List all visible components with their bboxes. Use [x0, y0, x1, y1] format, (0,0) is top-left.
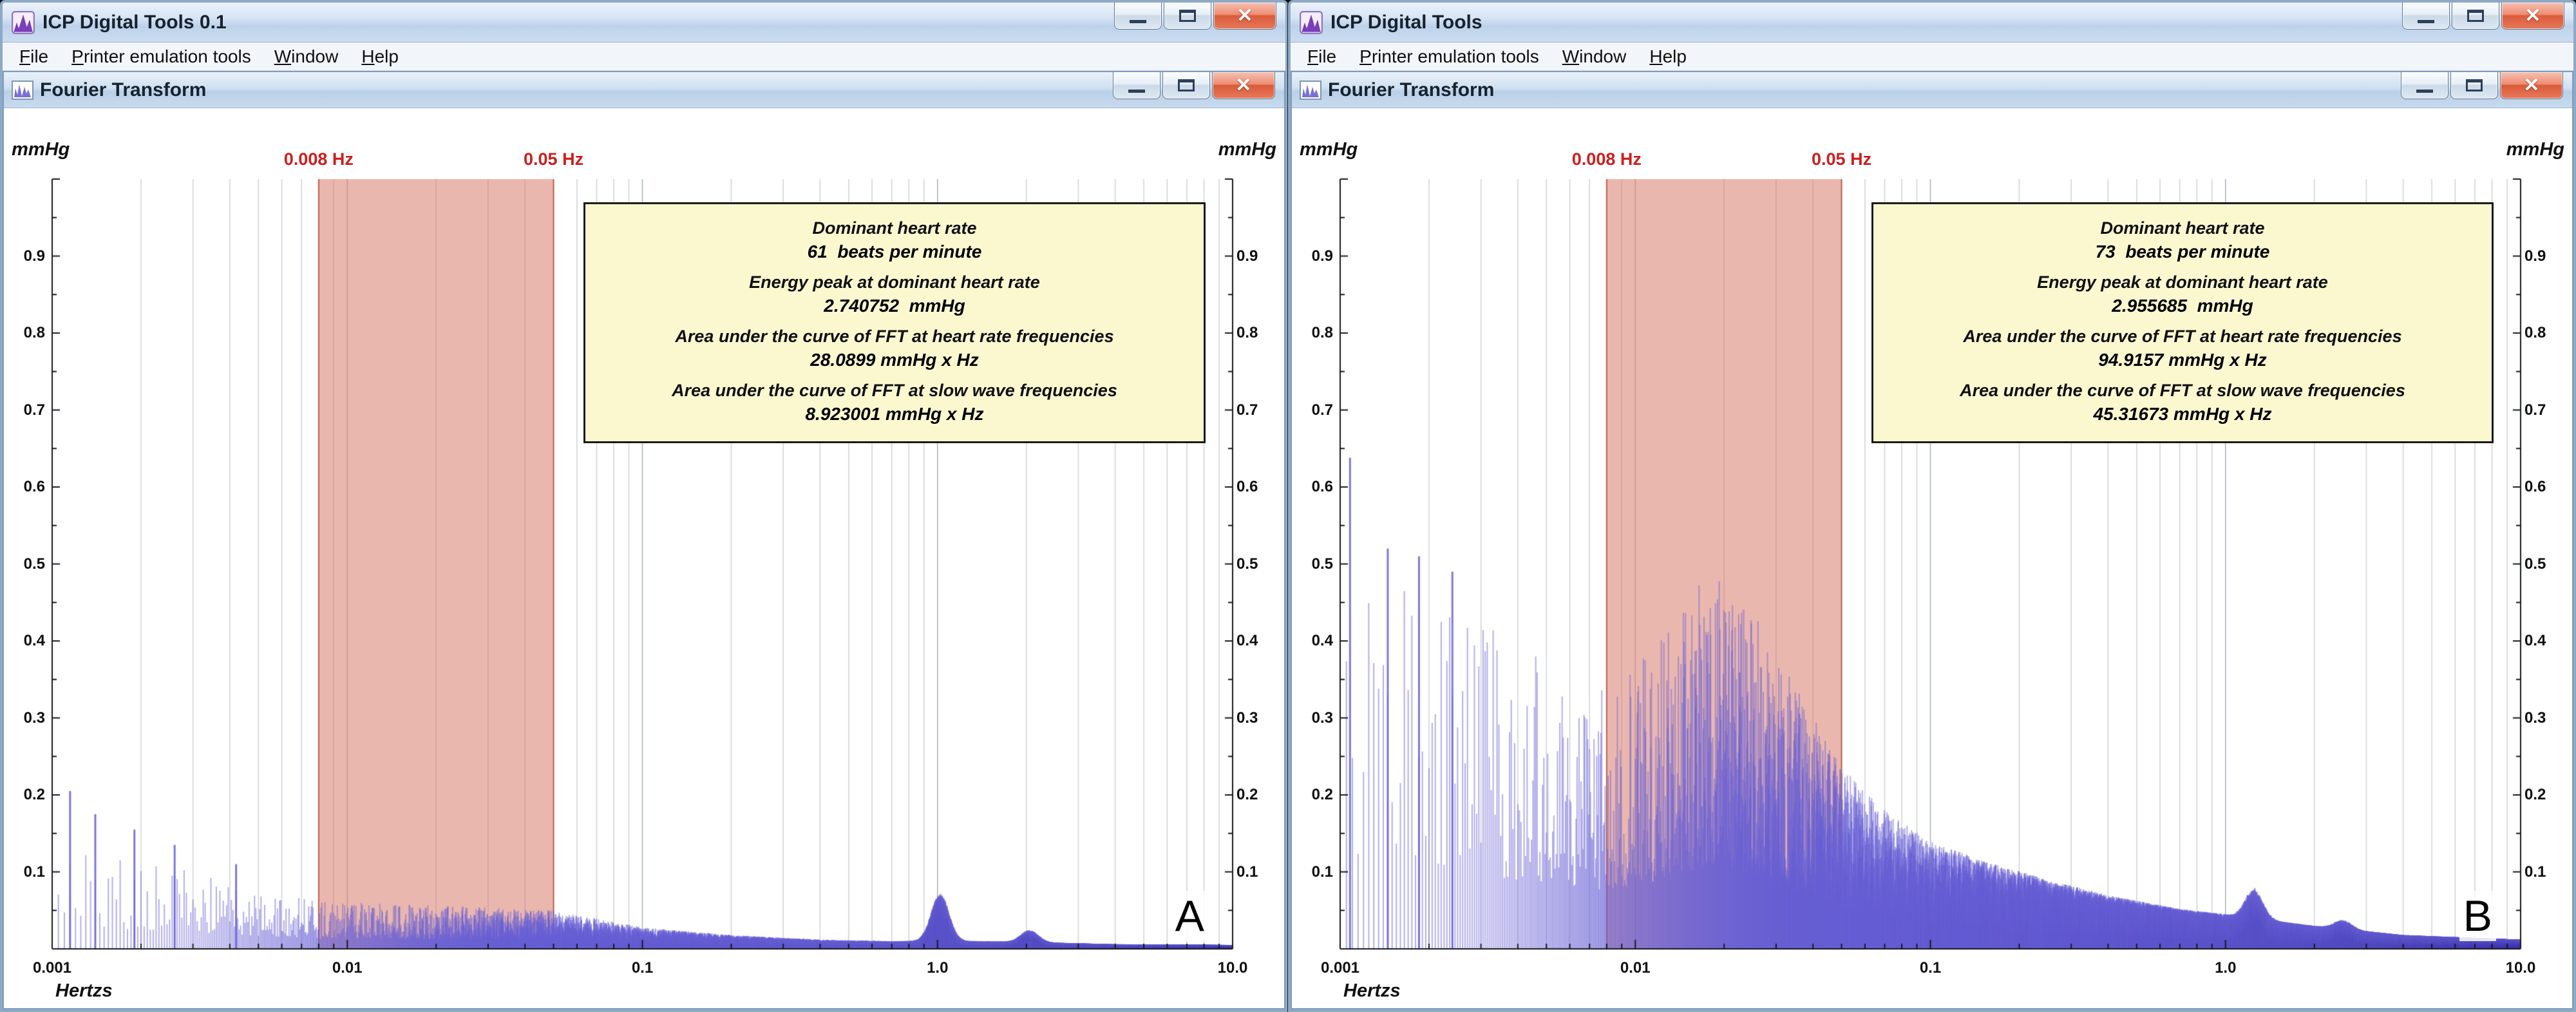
child-window-title: Fourier Transform [1328, 79, 1494, 101]
window-controls: ✕ [1114, 3, 1276, 30]
plot-area: 0.10.10.20.20.30.30.40.40.50.50.60.60.70… [4, 108, 1284, 1008]
minimize-icon [1130, 20, 1146, 23]
fft-window-icon [1300, 81, 1321, 100]
info-label: Area under the curve of FFT at slow wave… [1880, 381, 2485, 401]
y-axis-label-right: mmHg [1218, 139, 1276, 160]
minimize-icon [1128, 90, 1145, 93]
menu-item-printer[interactable]: Printer emulation tools [60, 44, 263, 69]
window-title: ICP Digital Tools [1331, 12, 1482, 33]
child-window-controls: ✕ [1113, 72, 1275, 99]
info-label: Energy peak at dominant heart rate [592, 272, 1197, 292]
info-value: 73 beats per minute [1880, 242, 2485, 262]
info-value: 8.923001 mmHg x Hz [592, 404, 1197, 425]
window-controls: ✕ [2402, 3, 2564, 30]
panel-letter: B [2459, 891, 2496, 941]
close-icon: ✕ [2523, 76, 2539, 95]
maximize-icon [2466, 79, 2483, 91]
maximize-icon [1179, 10, 1196, 22]
info-value: 61 beats per minute [592, 242, 1197, 262]
menu-item-file[interactable]: File [1296, 44, 1348, 69]
close-button[interactable]: ✕ [1213, 3, 1276, 30]
menu-item-window[interactable]: Window [263, 44, 350, 69]
y-axis-label-left: mmHg [1300, 139, 1358, 160]
title-bar[interactable]: ICP Digital Tools 0.1 ✕ [3, 3, 1285, 43]
info-box: Dominant heart rate 61 beats per minute … [583, 202, 1206, 443]
app-icon [12, 11, 35, 34]
title-bar[interactable]: ICP Digital Tools ✕ [1291, 3, 2573, 43]
info-label: Area under the curve of FFT at heart rat… [592, 327, 1197, 347]
y-axis-label-right: mmHg [2506, 139, 2564, 160]
child-close-button[interactable]: ✕ [2500, 72, 2563, 99]
minimize-icon [2416, 90, 2433, 93]
child-window-title: Fourier Transform [40, 79, 206, 101]
info-label: Dominant heart rate [592, 218, 1197, 238]
app-icon [1300, 11, 1323, 34]
child-maximize-button[interactable] [1162, 72, 1210, 99]
band-start-label: 0.008 Hz [1572, 149, 1642, 169]
close-icon: ✕ [1235, 76, 1251, 95]
maximize-button[interactable] [2452, 3, 2499, 30]
fourier-transform-window: Fourier Transform ✕ 0.10.10.20.20.30.30.… [3, 71, 1285, 1009]
child-window-controls: ✕ [2401, 72, 2563, 99]
window-title: ICP Digital Tools 0.1 [43, 12, 227, 33]
minimize-button[interactable] [2402, 3, 2450, 30]
info-label: Area under the curve of FFT at heart rat… [1880, 327, 2485, 347]
info-label: Area under the curve of FFT at slow wave… [592, 381, 1197, 401]
info-value: 2.740752 mmHg [592, 296, 1197, 316]
child-minimize-button[interactable] [1113, 72, 1160, 99]
band-end-label: 0.05 Hz [1812, 149, 1871, 169]
close-button[interactable]: ✕ [2501, 3, 2564, 30]
app-window-left: ICP Digital Tools 0.1 ✕ FilePrinter emul… [0, 0, 1288, 1012]
child-title-bar[interactable]: Fourier Transform ✕ [4, 72, 1284, 108]
info-value: 2.955685 mmHg [1880, 296, 2485, 316]
maximize-icon [2467, 10, 2484, 22]
app-window-right: ICP Digital Tools ✕ FilePrinter emulatio… [1288, 0, 2576, 1012]
y-axis-label-left: mmHg [12, 139, 70, 160]
child-title-bar[interactable]: Fourier Transform ✕ [1292, 72, 2572, 108]
menu-item-file[interactable]: File [8, 44, 60, 69]
band-start-label: 0.008 Hz [284, 149, 354, 169]
child-close-button[interactable]: ✕ [1212, 72, 1275, 99]
menu-item-help[interactable]: Help [1638, 44, 1698, 69]
child-maximize-button[interactable] [2450, 72, 2498, 99]
close-icon: ✕ [1236, 6, 1253, 26]
x-axis-label: Hertzs [55, 980, 113, 1002]
x-axis-label: Hertzs [1343, 980, 1401, 1002]
minimize-button[interactable] [1114, 3, 1162, 30]
panel-letter: A [1171, 891, 1208, 941]
menu-item-window[interactable]: Window [1551, 44, 1638, 69]
info-value: 28.0899 mmHg x Hz [592, 350, 1197, 370]
info-value: 45.31673 mmHg x Hz [1880, 404, 2485, 425]
minimize-icon [2418, 20, 2434, 23]
info-label: Dominant heart rate [1880, 218, 2485, 238]
child-minimize-button[interactable] [2401, 72, 2448, 99]
menu-bar: FilePrinter emulation toolsWindowHelp [1291, 43, 2573, 71]
fourier-transform-window: Fourier Transform ✕ 0.10.10.20.20.30.30.… [1291, 71, 2573, 1009]
menu-bar: FilePrinter emulation toolsWindowHelp [3, 43, 1285, 71]
plot-area: 0.10.10.20.20.30.30.40.40.50.50.60.60.70… [1292, 108, 2572, 1008]
fft-window-icon [12, 81, 33, 100]
info-box: Dominant heart rate 73 beats per minute … [1871, 202, 2494, 443]
info-label: Energy peak at dominant heart rate [1880, 272, 2485, 292]
menu-item-printer[interactable]: Printer emulation tools [1348, 44, 1551, 69]
info-value: 94.9157 mmHg x Hz [1880, 350, 2485, 370]
menu-item-help[interactable]: Help [350, 44, 410, 69]
maximize-button[interactable] [1164, 3, 1211, 30]
maximize-icon [1178, 79, 1195, 91]
close-icon: ✕ [2524, 6, 2541, 26]
band-end-label: 0.05 Hz [524, 149, 583, 169]
